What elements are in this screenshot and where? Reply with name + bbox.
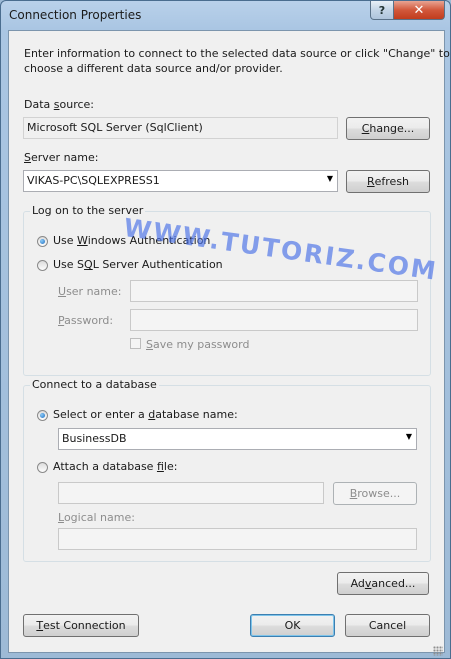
attach-file-radio[interactable] xyxy=(37,462,48,473)
logical-name-field[interactable] xyxy=(58,528,417,550)
sql-auth-label[interactable]: Use SQL Server Authentication xyxy=(53,258,223,271)
username-field[interactable] xyxy=(130,280,418,302)
test-connection-button[interactable]: Test Connection xyxy=(23,614,139,637)
change-button[interactable]: Change... xyxy=(346,117,430,140)
intro-line-2: choose a different data source and/or pr… xyxy=(24,62,283,75)
resize-grip[interactable] xyxy=(433,646,443,656)
intro-line-1: Enter information to connect to the sele… xyxy=(24,47,450,60)
data-source-label: Data source: xyxy=(24,98,95,111)
save-password-checkbox[interactable] xyxy=(130,338,141,349)
attach-file-label[interactable]: Attach a database file: xyxy=(53,460,177,473)
question-mark-icon: ? xyxy=(378,3,386,17)
data-source-field: Microsoft SQL Server (SqlClient) xyxy=(23,117,338,139)
server-name-label: Server name: xyxy=(24,151,99,164)
window-title: Connection Properties xyxy=(9,8,142,22)
logical-name-label: Logical name: xyxy=(58,511,135,524)
dropdown-arrow-icon[interactable]: ▼ xyxy=(406,432,412,441)
cancel-button[interactable]: Cancel xyxy=(345,614,430,637)
database-name-value: BusinessDB xyxy=(62,432,127,445)
server-name-combo[interactable]: VIKAS-PC\SQLEXPRESS1 ▼ xyxy=(23,170,338,192)
close-button[interactable]: ✕ xyxy=(393,1,445,20)
connection-properties-window: Connection Properties ? ✕ Enter informat… xyxy=(0,0,451,659)
save-password-label[interactable]: Save my password xyxy=(146,338,249,351)
select-database-radio[interactable] xyxy=(37,410,48,421)
refresh-button[interactable]: Refresh xyxy=(346,170,430,193)
server-name-value: VIKAS-PC\SQLEXPRESS1 xyxy=(27,174,160,187)
sql-auth-radio[interactable] xyxy=(37,260,48,271)
advanced-button[interactable]: Ad v anced... xyxy=(337,572,429,595)
password-field[interactable] xyxy=(130,309,418,331)
dropdown-arrow-icon[interactable]: ▼ xyxy=(327,174,333,183)
dialog-body: Enter information to connect to the sele… xyxy=(8,30,450,653)
windows-auth-radio[interactable] xyxy=(37,236,48,247)
help-button[interactable]: ? xyxy=(370,1,394,20)
browse-button[interactable]: Browse... xyxy=(333,482,417,505)
attach-file-path-field[interactable] xyxy=(58,482,324,504)
select-database-label[interactable]: Select or enter a database name: xyxy=(53,408,238,421)
ok-button[interactable]: OK xyxy=(250,614,335,637)
username-label: User name: xyxy=(58,285,122,298)
database-name-combo[interactable]: BusinessDB ▼ xyxy=(58,428,417,450)
database-group-title: Connect to a database xyxy=(30,378,159,391)
close-icon: ✕ xyxy=(413,2,425,18)
title-bar[interactable]: Connection Properties ? ✕ xyxy=(1,1,450,29)
password-label: Password: xyxy=(58,314,114,327)
